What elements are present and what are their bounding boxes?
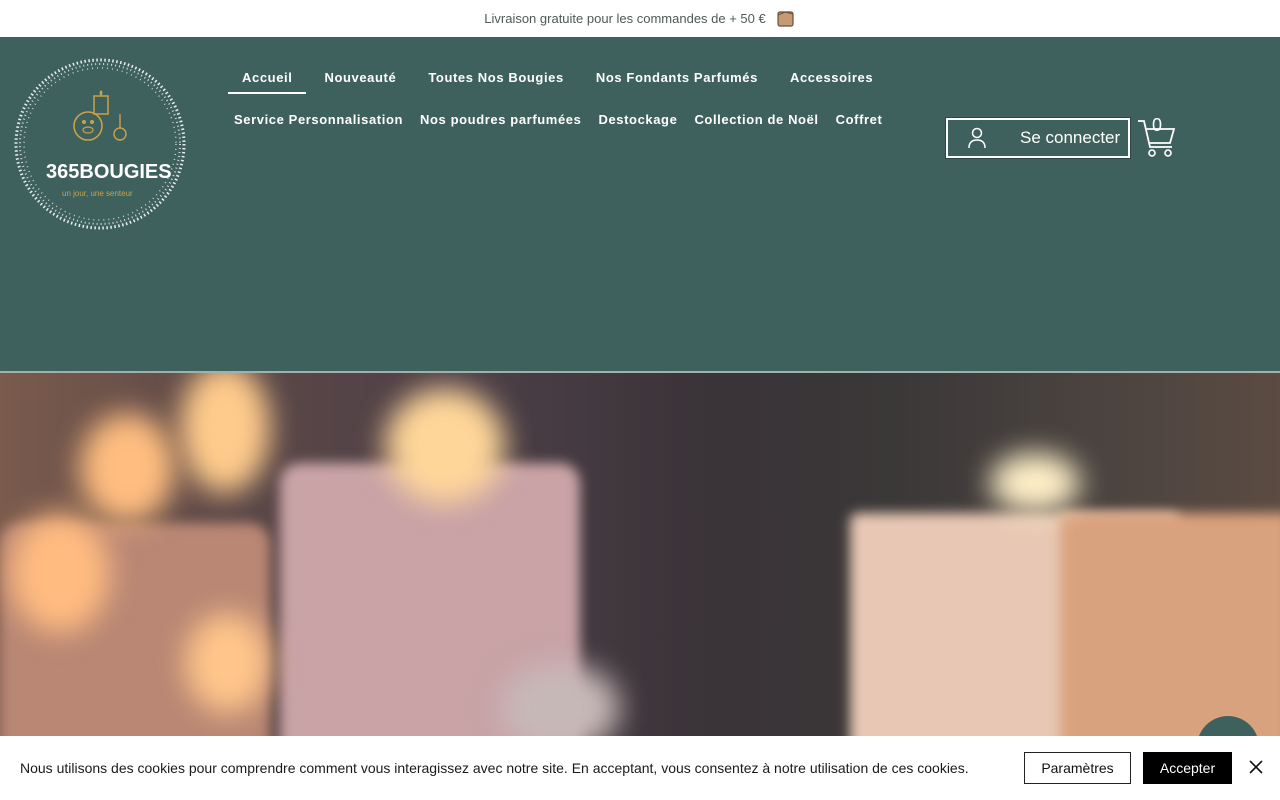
cart-icon	[1138, 120, 1176, 157]
site-header: 365BOUGIES un jour, une senteur Accueil …	[0, 37, 1280, 371]
nav-item-nos-poudres-parfumees[interactable]: Nos poudres parfumées	[420, 106, 581, 136]
nav-item-collection-de-noel[interactable]: Collection de Noël	[694, 106, 818, 136]
nav-item-coffret[interactable]: Coffret	[836, 106, 883, 136]
nav-item-accueil[interactable]: Accueil	[228, 64, 307, 94]
logo-brand: 365BOUGIES	[46, 161, 172, 183]
login-label: Se connecter	[1020, 128, 1121, 147]
nav-item-nos-fondants-parfumes[interactable]: Nos Fondants Parfumés	[596, 64, 758, 94]
package-box-icon	[777, 10, 794, 27]
nav-item-service-personnalisation[interactable]: Service Personnalisation	[228, 106, 403, 136]
logo-tagline: un jour, une senteur	[62, 189, 133, 198]
announcement-text: Livraison gratuite pour les commandes de…	[484, 11, 766, 26]
user-icon	[968, 127, 986, 149]
main-nav-row-1: Accueil Nouveauté Toutes Nos Bougies Nos…	[228, 64, 905, 94]
login-button[interactable]: Se connecter	[946, 118, 1130, 158]
nav-item-accessoires[interactable]: Accessoires	[790, 64, 873, 94]
main-nav-row-2: Service Personnalisation Nos poudres par…	[228, 106, 899, 136]
announcement-bar: Livraison gratuite pour les commandes de…	[0, 0, 1280, 37]
cookie-message: Nous utilisons des cookies pour comprend…	[20, 760, 969, 776]
site-logo[interactable]: 365BOUGIES un jour, une senteur	[12, 56, 188, 232]
nav-item-destockage[interactable]: Destockage	[598, 106, 677, 136]
cookie-banner: Nous utilisons des cookies pour comprend…	[0, 736, 1280, 800]
nav-item-nouveaute[interactable]: Nouveauté	[324, 64, 396, 94]
close-icon[interactable]	[1247, 758, 1265, 776]
cart-button[interactable]: 0	[1136, 115, 1176, 157]
cookie-settings-button[interactable]: Paramètres	[1024, 752, 1131, 784]
cookie-accept-button[interactable]: Accepter	[1143, 752, 1232, 784]
nav-item-toutes-nos-bougies[interactable]: Toutes Nos Bougies	[428, 64, 564, 94]
